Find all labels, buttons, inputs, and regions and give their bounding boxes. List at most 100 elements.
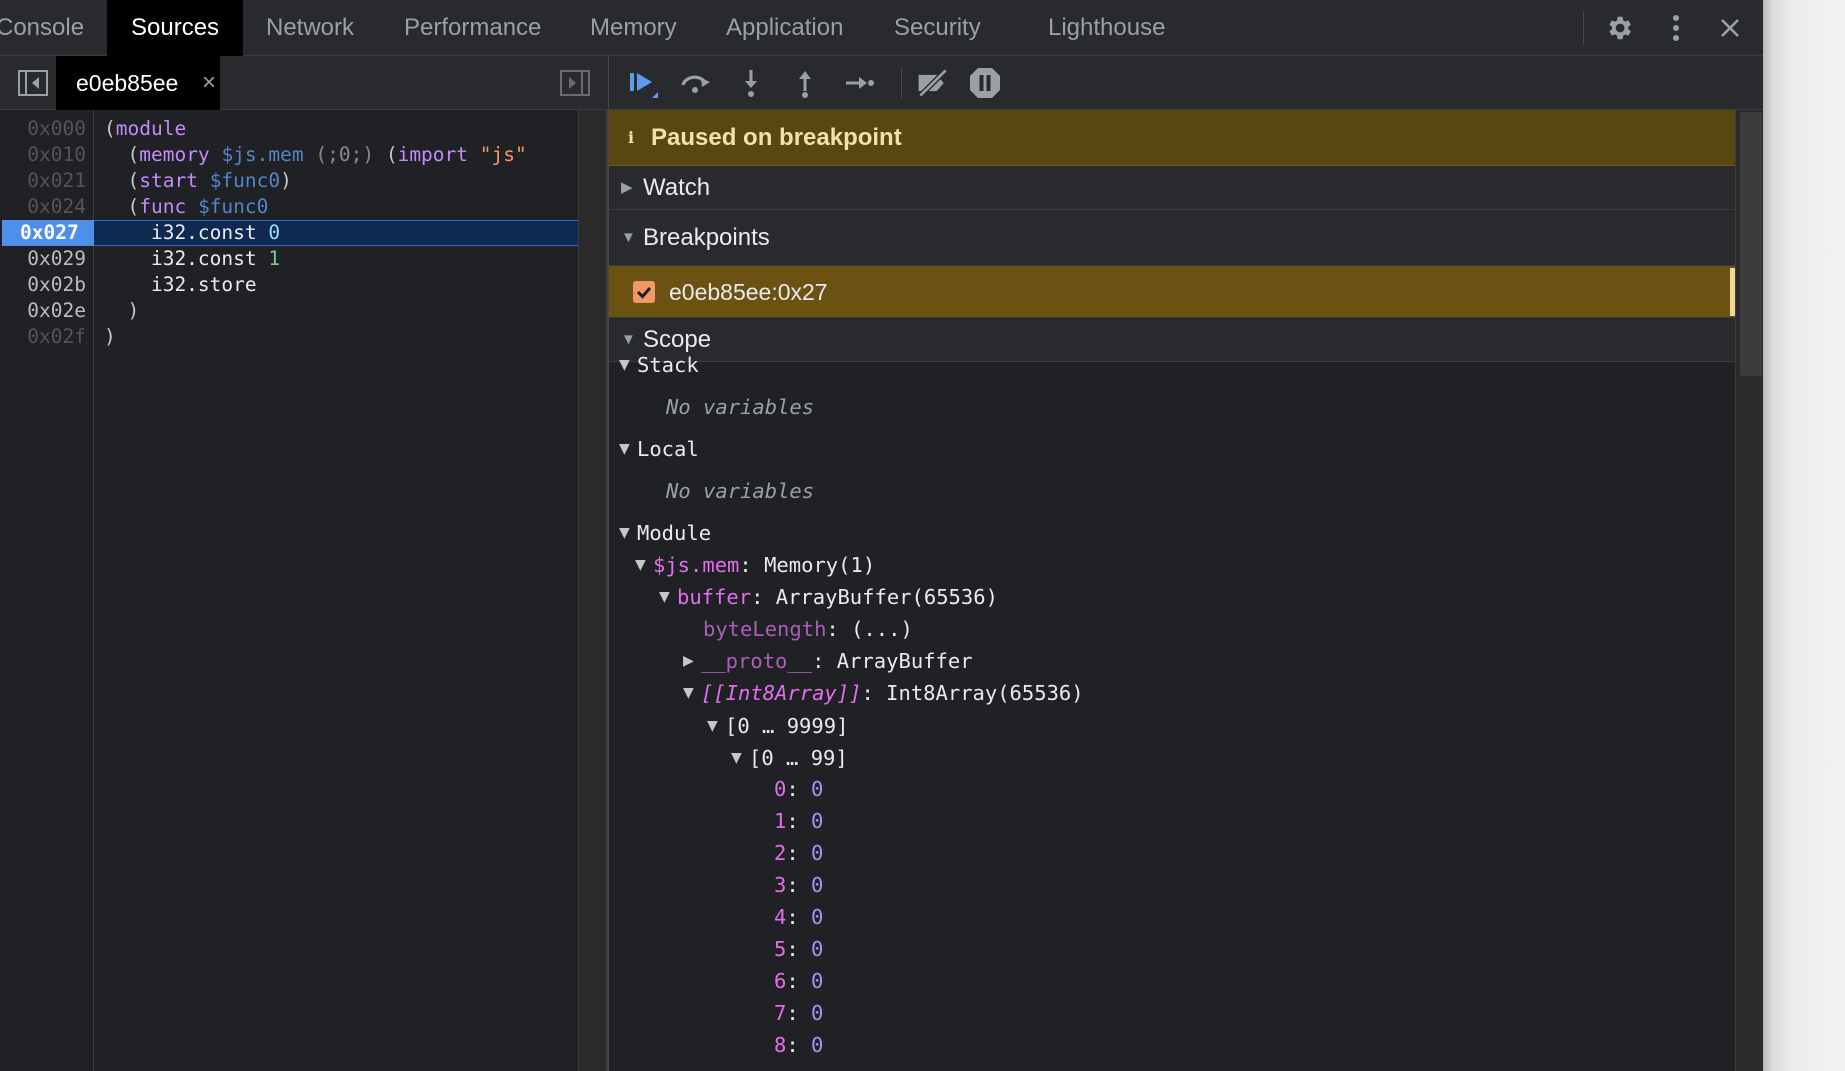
debugger-sidebar: i Paused on breakpoint ▶ Watch ▼ Breakpo… bbox=[609, 110, 1735, 1071]
tab-application[interactable]: Application bbox=[726, 0, 843, 56]
more-vertical-icon[interactable] bbox=[1658, 10, 1694, 46]
info-icon: i bbox=[627, 128, 635, 147]
scope-local[interactable]: ▼ Local bbox=[619, 434, 699, 464]
debugger-toolbar bbox=[609, 56, 1763, 110]
scope-module[interactable]: ▼ Module bbox=[619, 518, 711, 548]
expand-triangle-icon: ▶ bbox=[621, 179, 633, 196]
tab-network[interactable]: Network bbox=[266, 0, 354, 56]
line-number[interactable]: 0x029 bbox=[0, 246, 94, 272]
debugger-pane: i Paused on breakpoint ▶ Watch ▼ Breakpo… bbox=[609, 56, 1763, 1071]
code-lines[interactable]: (module (memory $js.mem (;0;) (import "j… bbox=[94, 110, 578, 1071]
scope-label: Module bbox=[637, 521, 712, 545]
array-item[interactable]: 0: 0 bbox=[774, 774, 823, 804]
tab-security[interactable]: Security bbox=[894, 0, 981, 56]
line-number[interactable]: 0x02f bbox=[0, 324, 94, 350]
tab-console[interactable]: Console bbox=[0, 0, 84, 56]
tree-item-bytelength[interactable]: byteLength: (...) bbox=[703, 614, 913, 644]
file-tab-label: e0eb85ee bbox=[76, 70, 179, 96]
breakpoint-checkbox[interactable] bbox=[633, 281, 655, 303]
collapse-triangle-icon: ▼ bbox=[619, 357, 630, 373]
tab-sources[interactable]: Sources bbox=[107, 0, 244, 56]
tree-item-proto[interactable]: ▶ __proto__: ArrayBuffer bbox=[683, 646, 973, 676]
tab-memory[interactable]: Memory bbox=[590, 0, 677, 56]
sources-editor-pane: e0eb85ee × 0x000 0x010 0x021 0x024 0x029… bbox=[0, 56, 608, 1071]
scope-label: Stack bbox=[637, 353, 699, 377]
close-icon[interactable] bbox=[1712, 10, 1748, 46]
section-title: Watch bbox=[643, 174, 711, 201]
main-tab-bar: Console Sources Network Performance Memo… bbox=[0, 0, 1763, 56]
section-watch[interactable]: ▶ Watch bbox=[609, 166, 1735, 210]
file-tab[interactable]: e0eb85ee × bbox=[56, 56, 220, 110]
pause-on-exceptions-icon[interactable] bbox=[967, 65, 1003, 101]
line-number[interactable]: 0x02b bbox=[0, 272, 94, 298]
collapse-triangle-icon: ▼ bbox=[659, 589, 670, 605]
tree-item-buffer[interactable]: ▼ buffer: ArrayBuffer(65536) bbox=[659, 582, 998, 612]
array-item[interactable]: 5: 0 bbox=[774, 934, 823, 964]
tree-item-jsmem[interactable]: ▼ $js.mem: Memory(1) bbox=[635, 550, 875, 580]
line-number[interactable]: 0x021 bbox=[0, 168, 94, 194]
sidebar-scrollbar[interactable] bbox=[1735, 110, 1763, 1071]
collapse-triangle-icon: ▼ bbox=[731, 750, 742, 766]
code-line: (module bbox=[104, 117, 187, 140]
tab-performance[interactable]: Performance bbox=[404, 0, 541, 56]
scope-stack[interactable]: ▼ Stack bbox=[619, 350, 699, 380]
code-line-current: i32.const 0 bbox=[104, 221, 281, 244]
resume-icon[interactable] bbox=[625, 65, 661, 101]
line-number[interactable]: 0x000 bbox=[0, 116, 94, 142]
toolbar-divider bbox=[901, 68, 902, 98]
empty-scope-text: No variables bbox=[666, 395, 815, 419]
line-number[interactable]: 0x010 bbox=[0, 142, 94, 168]
current-line-number: 0x027 bbox=[20, 221, 79, 244]
collapse-triangle-icon: ▼ bbox=[707, 718, 718, 734]
toolbar-divider bbox=[1583, 12, 1584, 44]
collapse-triangle-icon: ▼ bbox=[635, 557, 646, 573]
array-item[interactable]: 7: 0 bbox=[774, 998, 823, 1028]
code-line: i32.const 1 bbox=[104, 247, 281, 270]
scope-label: Local bbox=[637, 437, 699, 461]
expand-triangle-icon: ▶ bbox=[683, 653, 694, 669]
paused-banner: i Paused on breakpoint bbox=[609, 110, 1735, 166]
array-item[interactable]: 6: 0 bbox=[774, 966, 823, 996]
close-tab-icon[interactable]: × bbox=[202, 56, 216, 110]
step-over-icon[interactable] bbox=[677, 65, 713, 101]
step-into-icon[interactable] bbox=[733, 65, 769, 101]
step-out-icon[interactable] bbox=[787, 65, 823, 101]
step-icon[interactable] bbox=[841, 65, 877, 101]
line-number[interactable]: 0x024 bbox=[0, 194, 94, 220]
section-title: Breakpoints bbox=[643, 224, 770, 251]
toggle-navigator-icon[interactable] bbox=[16, 68, 50, 98]
window-edge-backdrop bbox=[1763, 0, 1845, 1071]
tree-item-range-outer[interactable]: ▼ [0 … 9999] bbox=[707, 711, 848, 741]
gear-icon[interactable] bbox=[1601, 10, 1637, 46]
toggle-debugger-icon[interactable] bbox=[558, 68, 592, 98]
scrollbar-thumb[interactable] bbox=[1740, 112, 1762, 376]
line-number[interactable]: 0x02e bbox=[0, 298, 94, 324]
collapse-triangle-icon: ▼ bbox=[619, 441, 630, 457]
devtools-window: Console Sources Network Performance Memo… bbox=[0, 0, 1763, 1071]
code-line: (start $func0) bbox=[104, 169, 292, 192]
array-item[interactable]: 1: 0 bbox=[774, 806, 823, 836]
file-tab-bar: e0eb85ee × bbox=[0, 56, 608, 110]
tree-item-range-inner[interactable]: ▼ [0 … 99] bbox=[731, 743, 848, 773]
section-breakpoints[interactable]: ▼ Breakpoints bbox=[609, 210, 1735, 266]
section-scope[interactable]: ▼ Scope bbox=[609, 318, 1735, 362]
array-item[interactable]: 8: 0 bbox=[774, 1030, 823, 1060]
collapse-triangle-icon: ▼ bbox=[683, 685, 694, 701]
code-line: ) bbox=[104, 325, 116, 348]
array-item[interactable]: 4: 0 bbox=[774, 902, 823, 932]
code-editor[interactable]: 0x000 0x010 0x021 0x024 0x029 0x02b 0x02… bbox=[0, 110, 608, 1071]
code-line: (func $func0 bbox=[104, 195, 269, 218]
breakpoint-marker[interactable]: 0x027 bbox=[2, 220, 102, 246]
deactivate-breakpoints-icon[interactable] bbox=[915, 65, 951, 101]
collapse-triangle-icon: ▼ bbox=[619, 525, 630, 541]
array-item[interactable]: 2: 0 bbox=[774, 838, 823, 868]
code-line: (memory $js.mem (;0;) (import "js" bbox=[104, 143, 527, 166]
tab-lighthouse[interactable]: Lighthouse bbox=[1048, 0, 1165, 56]
empty-scope-text: No variables bbox=[666, 479, 815, 503]
breakpoint-item[interactable]: e0eb85ee:0x27 bbox=[609, 266, 1735, 318]
editor-scrollbar[interactable] bbox=[578, 110, 608, 1071]
array-item[interactable]: 3: 0 bbox=[774, 870, 823, 900]
paused-message: Paused on breakpoint bbox=[651, 124, 902, 151]
tree-item-int8array[interactable]: ▼ [[Int8Array]]: Int8Array(65536) bbox=[683, 678, 1084, 708]
code-line: i32.store bbox=[104, 273, 257, 296]
